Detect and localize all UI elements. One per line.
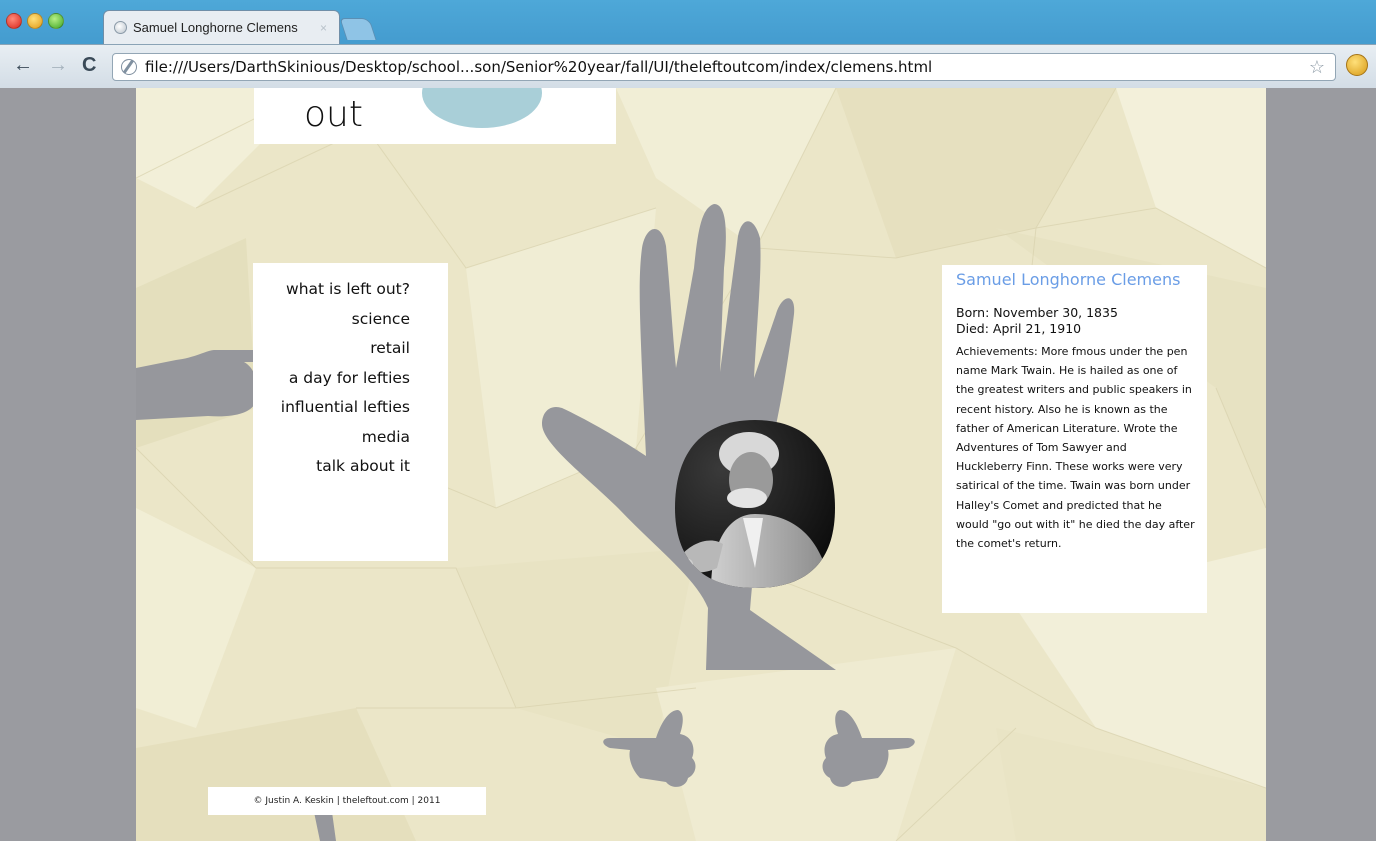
tab-close-icon[interactable]: ×: [320, 21, 327, 35]
browser-toolbar: ← → C file:///Users/DarthSkinious/Deskto…: [0, 44, 1376, 88]
site-nav: what is left out? science retail a day for …: [253, 263, 448, 561]
minimize-window-button[interactable]: [27, 13, 43, 29]
browser-tab[interactable]: Samuel Longhorne Clemens ×: [103, 10, 340, 44]
nav-link[interactable]: media: [281, 423, 410, 453]
nav-link[interactable]: talk about it: [281, 452, 410, 482]
bottom-left-pointing-hand: [603, 710, 696, 787]
nav-link[interactable]: influential lefties: [281, 393, 410, 423]
profile-born: Born: November 30, 1835: [956, 305, 1118, 320]
bottom-right-pointing-hand: [822, 710, 915, 787]
nav-link[interactable]: a day for lefties: [281, 364, 410, 394]
footer: © Justin A. Keskin | theleftout.com | 20…: [208, 787, 486, 815]
page-content: out what is left out? science retail a day …: [136, 88, 1266, 841]
logo-hand-blob: [422, 88, 542, 128]
back-arrow-icon[interactable]: ←: [13, 55, 33, 75]
profile-panel: Samuel Longhorne Clemens Born: November …: [942, 265, 1207, 613]
page-info-icon[interactable]: [121, 59, 137, 75]
profile-achievements: Achievements: More fmous under the pen n…: [956, 345, 1195, 551]
new-tab-button[interactable]: [339, 18, 377, 40]
address-bar[interactable]: file:///Users/DarthSkinious/Desktop/scho…: [112, 53, 1336, 81]
nav-link[interactable]: retail: [281, 334, 410, 364]
nav-link[interactable]: what is left out?: [281, 275, 410, 305]
footer-copyright: © Justin A. Keskin | theleftout.com | 20…: [253, 796, 441, 806]
tab-title: Samuel Longhorne Clemens: [133, 20, 298, 35]
browser-chrome: Samuel Longhorne Clemens × ← → C file://…: [0, 0, 1376, 88]
mark-twain-portrait: [675, 420, 835, 588]
extension-icon[interactable]: [1346, 54, 1368, 76]
logo-text: out: [304, 94, 363, 135]
nav-link[interactable]: science: [281, 305, 410, 335]
address-bar-url[interactable]: file:///Users/DarthSkinious/Desktop/scho…: [145, 58, 932, 76]
profile-died: Died: April 21, 1910: [956, 321, 1082, 336]
zoom-window-button[interactable]: [48, 13, 64, 29]
globe-icon: [114, 21, 127, 34]
reload-icon[interactable]: C: [82, 55, 96, 75]
profile-name: Samuel Longhorne Clemens: [956, 270, 1181, 289]
site-nav-list: what is left out? science retail a day for …: [281, 275, 410, 482]
forward-arrow-icon[interactable]: →: [48, 55, 68, 75]
bookmark-star-icon[interactable]: ☆: [1309, 57, 1325, 78]
site-logo[interactable]: out: [254, 88, 616, 144]
close-window-button[interactable]: [6, 13, 22, 29]
